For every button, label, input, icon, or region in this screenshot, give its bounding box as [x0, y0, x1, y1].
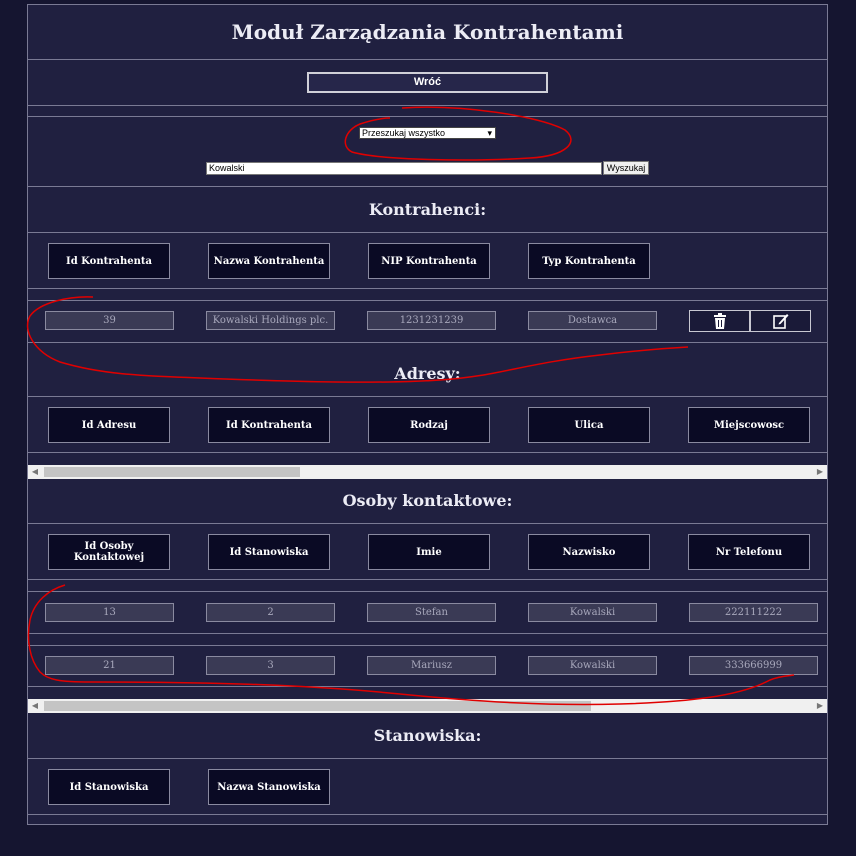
- scrollbar-thumb[interactable]: [44, 701, 591, 711]
- edit-button[interactable]: [750, 310, 811, 332]
- header-nr-telefonu: Nr Telefonu: [688, 534, 810, 570]
- header-rodzaj: Rodzaj: [368, 407, 490, 443]
- adresy-title: Adresy:: [394, 364, 461, 383]
- back-button[interactable]: Wróć: [307, 72, 548, 93]
- header-nip-kontrahenta: NIP Kontrahenta: [368, 243, 490, 279]
- search-scope-select[interactable]: Przeszukaj wszystko ▾: [359, 127, 496, 139]
- header-ulica: Ulica: [528, 407, 650, 443]
- cell-typ: Dostawca: [528, 311, 657, 330]
- cell-nazwisko: Kowalski: [528, 656, 657, 675]
- cell-id-osoby: 13: [45, 603, 174, 622]
- cell-id-stanowiska: 2: [206, 603, 335, 622]
- header-typ-kontrahenta: Typ Kontrahenta: [528, 243, 650, 279]
- adresy-scrollbar[interactable]: ◀ ▶: [28, 465, 827, 479]
- search-button[interactable]: Wyszukaj: [603, 161, 649, 175]
- header-nazwa-kontrahenta: Nazwa Kontrahenta: [208, 243, 330, 279]
- search-scope-value: Przeszukaj wszystko: [362, 128, 446, 138]
- cell-imie: Stefan: [367, 603, 496, 622]
- cell-nr-telefonu: 222111222: [689, 603, 818, 622]
- header-id-adresu: Id Adresu: [48, 407, 170, 443]
- edit-icon: [772, 314, 788, 329]
- header-id-stanowiska: Id Stanowiska: [48, 769, 170, 805]
- header-nazwa-stanowiska: Nazwa Stanowiska: [208, 769, 330, 805]
- stanowiska-title: Stanowiska:: [373, 726, 482, 745]
- delete-button[interactable]: [689, 310, 750, 332]
- chevron-down-icon: ▾: [487, 128, 492, 138]
- header-id-stanowiska: Id Stanowiska: [208, 534, 330, 570]
- scroll-left-icon[interactable]: ◀: [28, 699, 42, 713]
- trash-icon: [713, 313, 726, 329]
- cell-id: 39: [45, 311, 174, 330]
- scroll-right-icon[interactable]: ▶: [813, 699, 827, 713]
- osoby-title: Osoby kontaktowe:: [342, 491, 513, 510]
- header-nazwisko: Nazwisko: [528, 534, 650, 570]
- cell-nip: 1231231239: [367, 311, 496, 330]
- header-miejscowosc: Miejscowosc: [688, 407, 810, 443]
- scroll-left-icon[interactable]: ◀: [28, 465, 42, 479]
- page-title: Moduł Zarządzania Kontrahentami: [231, 20, 624, 44]
- cell-nr-telefonu: 333666999: [689, 656, 818, 675]
- header-id-osoby: Id Osoby Kontaktowej: [48, 534, 170, 570]
- search-input[interactable]: Kowalski: [206, 162, 602, 175]
- scrollbar-thumb[interactable]: [44, 467, 300, 477]
- scroll-right-icon[interactable]: ▶: [813, 465, 827, 479]
- cell-nazwa: Kowalski Holdings plc.: [206, 311, 335, 330]
- cell-id-osoby: 21: [45, 656, 174, 675]
- cell-nazwisko: Kowalski: [528, 603, 657, 622]
- header-imie: Imie: [368, 534, 490, 570]
- cell-imie: Mariusz: [367, 656, 496, 675]
- cell-id-stanowiska: 3: [206, 656, 335, 675]
- header-id-kontrahenta: Id Kontrahenta: [48, 243, 170, 279]
- kontrahenci-title: Kontrahenci:: [368, 200, 487, 219]
- header-id-kontrahenta: Id Kontrahenta: [208, 407, 330, 443]
- osoby-scrollbar[interactable]: ◀ ▶: [28, 699, 827, 713]
